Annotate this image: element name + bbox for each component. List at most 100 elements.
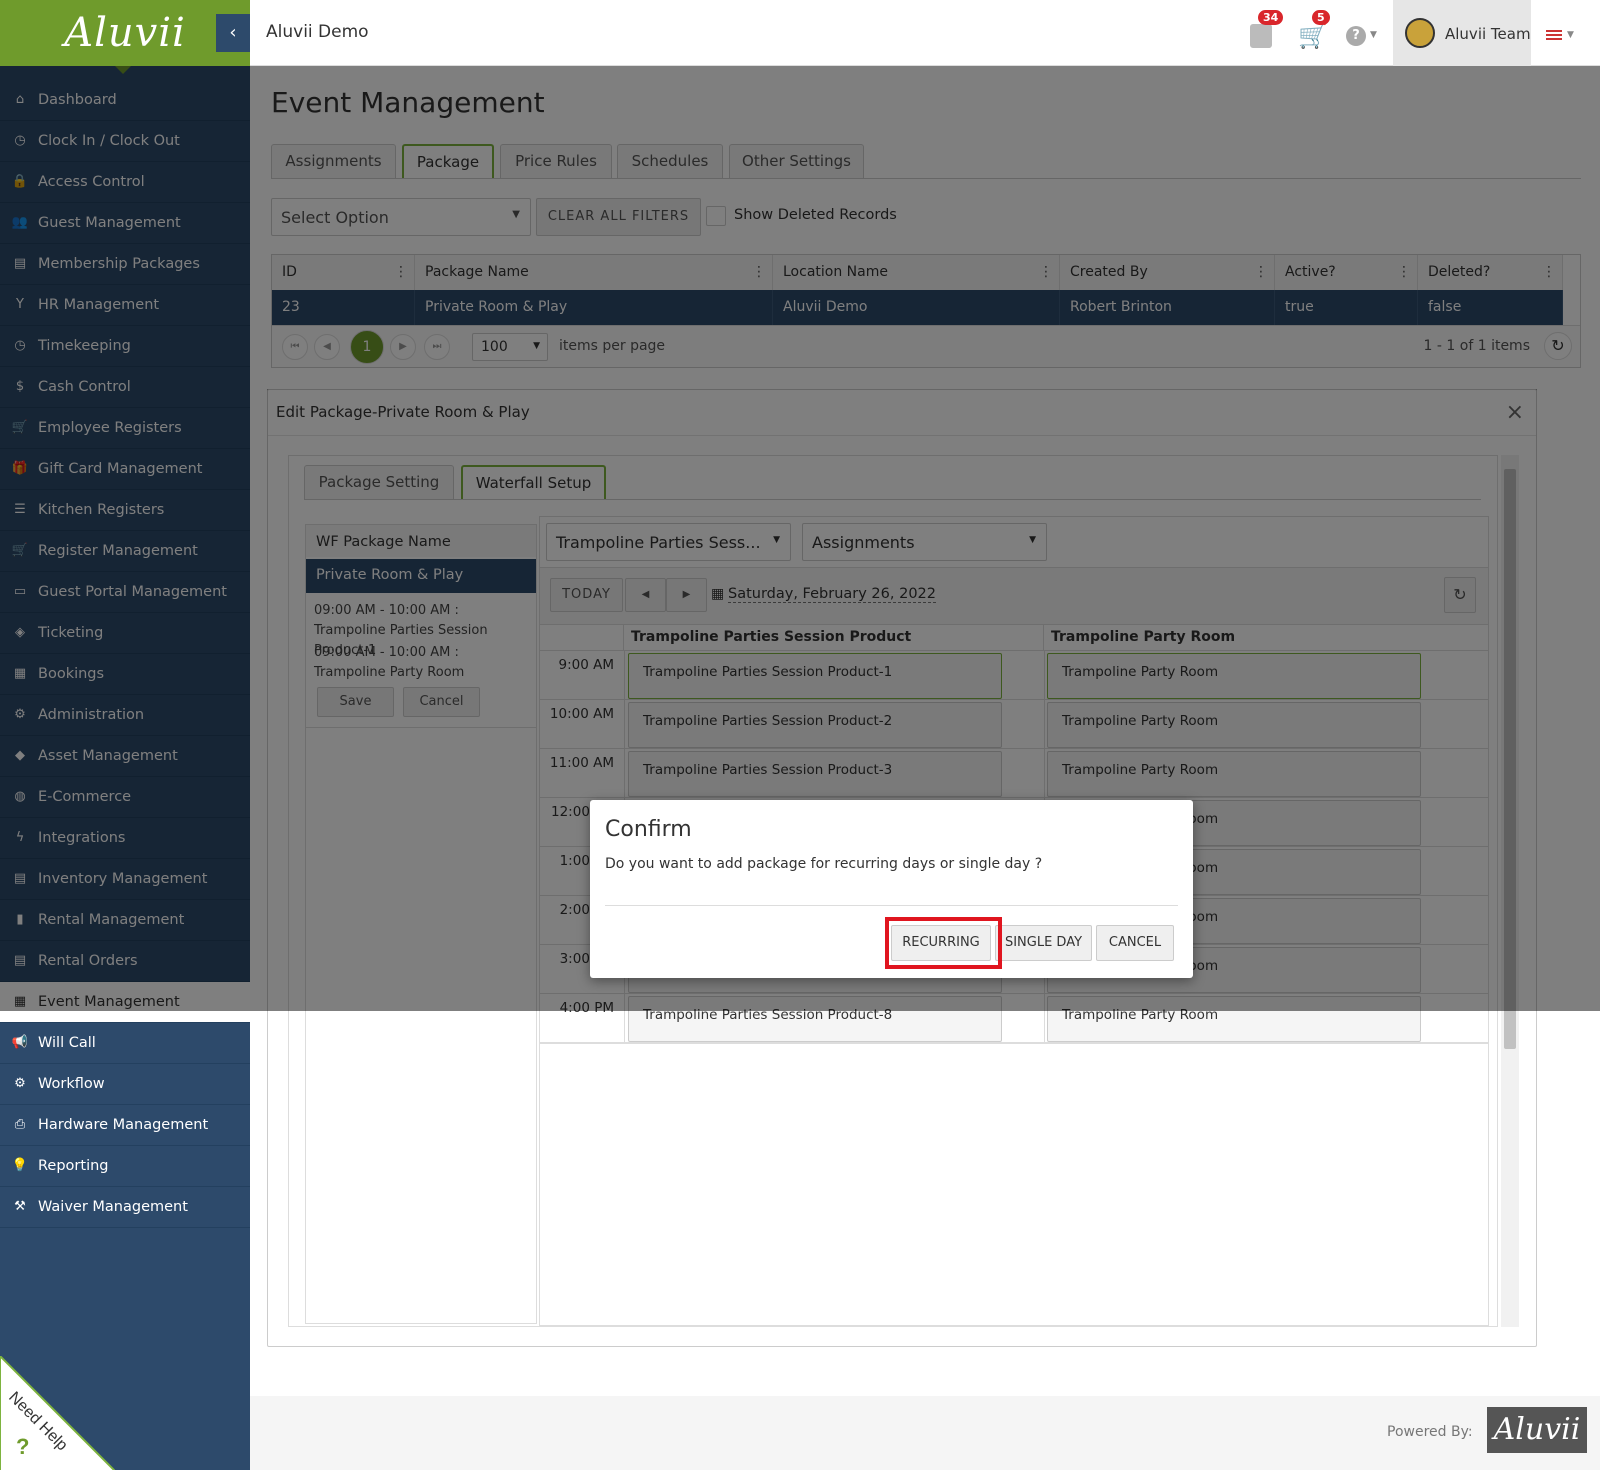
sidebar-item-label: Reporting bbox=[38, 1158, 109, 1174]
laptop-icon: ▭ bbox=[13, 584, 27, 599]
sidebar-item-label: Access Control bbox=[38, 174, 145, 190]
print-icon: ⎙ bbox=[14, 1117, 26, 1132]
sidebar-item-administration[interactable]: ⚙ Administration bbox=[0, 695, 250, 736]
sidebar-item-clock-in-clock-out[interactable]: ◷ Clock In / Clock Out bbox=[0, 121, 250, 162]
sidebar-item-rental-management[interactable]: ▮ Rental Management bbox=[0, 900, 250, 941]
globe-icon: ◍ bbox=[14, 789, 26, 804]
sidebar-item-label: Kitchen Registers bbox=[38, 502, 165, 518]
sidebar: Aluvii ‹ ⌂ Dashboard ◷ Clock In / Clock Out… bbox=[0, 0, 250, 1470]
sidebar-item-label: Waiver Management bbox=[38, 1199, 188, 1215]
sidebar-item-label: Will Call bbox=[38, 1035, 96, 1051]
home-icon: ⌂ bbox=[15, 92, 25, 107]
lightbulb-icon: 💡 bbox=[11, 1158, 29, 1173]
avatar bbox=[1405, 18, 1435, 48]
cancel-button[interactable]: CANCEL bbox=[1096, 925, 1174, 961]
cog-icon: ⚙ bbox=[14, 1076, 26, 1091]
sidebar-item-label: Inventory Management bbox=[38, 871, 208, 887]
sidebar-item-e-commerce[interactable]: ◍ E-Commerce bbox=[0, 777, 250, 818]
orders-icon[interactable] bbox=[1250, 24, 1272, 48]
dialog-divider bbox=[605, 905, 1178, 906]
calendar-icon: ▦ bbox=[13, 666, 27, 681]
sidebar-item-label: Gift Card Management bbox=[38, 461, 203, 477]
logo[interactable]: Aluvii bbox=[0, 0, 250, 74]
single-day-button[interactable]: SINGLE DAY bbox=[995, 925, 1092, 961]
footer-logo: Aluvii bbox=[1487, 1407, 1587, 1453]
tag-icon: ◈ bbox=[15, 625, 25, 640]
sidebar-item-gift-card-management[interactable]: 🎁 Gift Card Management bbox=[0, 449, 250, 490]
cart-icon[interactable]: 🛒 bbox=[1298, 22, 1328, 50]
sidebar-item-guest-management[interactable]: 👥 Guest Management bbox=[0, 203, 250, 244]
question-icon: ? bbox=[16, 1434, 29, 1459]
sidebar-item-label: Workflow bbox=[38, 1076, 105, 1092]
recurring-highlight bbox=[885, 917, 1002, 969]
dollar-icon: $ bbox=[15, 379, 25, 394]
sidebar-item-label: Cash Control bbox=[38, 379, 131, 395]
sidebar-item-label: Event Management bbox=[38, 994, 180, 1010]
sidebar-item-reporting[interactable]: 💡 Reporting bbox=[0, 1146, 250, 1187]
user-menu[interactable]: Aluvii Team bbox=[1393, 0, 1531, 66]
sidebar-item-label: Bookings bbox=[38, 666, 105, 682]
sidebar-item-will-call[interactable]: 📢 Will Call bbox=[0, 1023, 250, 1064]
sidebar-item-rental-orders[interactable]: ▤ Rental Orders bbox=[0, 941, 250, 982]
sidebar-item-hr-management[interactable]: Y HR Management bbox=[0, 285, 250, 326]
cubes-icon: ◆ bbox=[15, 748, 25, 763]
sidebar-item-cash-control[interactable]: $ Cash Control bbox=[0, 367, 250, 408]
list-icon: ▤ bbox=[13, 256, 27, 271]
cart-badge: 5 bbox=[1312, 10, 1330, 25]
sidebar-item-label: Employee Registers bbox=[38, 420, 182, 436]
sidebar-item-inventory-management[interactable]: ▤ Inventory Management bbox=[0, 859, 250, 900]
sidebar-item-membership-packages[interactable]: ▤ Membership Packages bbox=[0, 244, 250, 285]
cogs-icon: ⚙ bbox=[14, 707, 26, 722]
sidebar-item-access-control[interactable]: 🔒 Access Control bbox=[0, 162, 250, 203]
chevron-down-icon: ▼ bbox=[1567, 30, 1574, 40]
list-icon: ☰ bbox=[14, 502, 26, 517]
calendar-check-icon: ▦ bbox=[13, 994, 27, 1009]
sidebar-item-event-management[interactable]: ▦ Event Management bbox=[0, 982, 250, 1023]
user-name: Aluvii Team bbox=[1445, 25, 1531, 43]
sidebar-item-label: Asset Management bbox=[38, 748, 178, 764]
confirm-message: Do you want to add package for recurring… bbox=[605, 856, 1043, 872]
location-name[interactable]: Aluvii Demo bbox=[266, 22, 369, 42]
chevron-down-icon: ▼ bbox=[1370, 30, 1377, 40]
sidebar-item-label: Timekeeping bbox=[38, 338, 131, 354]
sidebar-item-ticketing[interactable]: ◈ Ticketing bbox=[0, 613, 250, 654]
collapse-sidebar-button[interactable]: ‹ bbox=[216, 14, 250, 52]
sidebar-item-dashboard[interactable]: ⌂ Dashboard bbox=[0, 80, 250, 121]
sidebar-item-kitchen-registers[interactable]: ☰ Kitchen Registers bbox=[0, 490, 250, 531]
sidebar-item-bookings[interactable]: ▦ Bookings bbox=[0, 654, 250, 695]
sidebar-item-label: Membership Packages bbox=[38, 256, 200, 272]
list-icon: ▤ bbox=[13, 953, 27, 968]
chevron-left-icon: ‹ bbox=[229, 22, 237, 43]
sidebar-item-guest-portal-management[interactable]: ▭ Guest Portal Management bbox=[0, 572, 250, 613]
users-icon: 👥 bbox=[11, 215, 29, 230]
powered-by-label: Powered By: bbox=[1387, 1424, 1473, 1440]
sidebar-item-label: Integrations bbox=[38, 830, 126, 846]
sidebar-item-timekeeping[interactable]: ◷ Timekeeping bbox=[0, 326, 250, 367]
sidebar-item-employee-registers[interactable]: 🛒 Employee Registers bbox=[0, 408, 250, 449]
sidebar-item-integrations[interactable]: ϟ Integrations bbox=[0, 818, 250, 859]
archive-icon: ▤ bbox=[13, 871, 27, 886]
sidebar-item-label: Register Management bbox=[38, 543, 198, 559]
lock-icon: 🔒 bbox=[11, 174, 29, 189]
orders-badge: 34 bbox=[1258, 10, 1284, 25]
clock-icon: ◷ bbox=[14, 338, 26, 353]
sidebar-item-label: Ticketing bbox=[38, 625, 104, 641]
sidebar-item-label: Guest Portal Management bbox=[38, 584, 227, 600]
sidebar-item-hardware-management[interactable]: ⎙ Hardware Management bbox=[0, 1105, 250, 1146]
sidebar-item-label: Dashboard bbox=[38, 92, 117, 108]
need-help-tab[interactable]: Need Help ? bbox=[0, 1356, 115, 1470]
help-icon[interactable]: ? bbox=[1346, 26, 1366, 46]
sidebar-item-label: Rental Management bbox=[38, 912, 185, 928]
cart-icon: 🛒 bbox=[11, 543, 29, 558]
sidebar-item-label: Rental Orders bbox=[38, 953, 138, 969]
cart-icon: 🛒 bbox=[11, 420, 29, 435]
flag-icon[interactable] bbox=[1546, 30, 1562, 40]
sidebar-item-register-management[interactable]: 🛒 Register Management bbox=[0, 531, 250, 572]
sidebar-item-workflow[interactable]: ⚙ Workflow bbox=[0, 1064, 250, 1105]
sidebar-item-asset-management[interactable]: ◆ Asset Management bbox=[0, 736, 250, 777]
sidebar-item-label: E-Commerce bbox=[38, 789, 132, 805]
sidebar-item-label: Hardware Management bbox=[38, 1117, 209, 1133]
sidebar-item-waiver-management[interactable]: ⚒ Waiver Management bbox=[0, 1187, 250, 1228]
sidebar-item-label: Administration bbox=[38, 707, 145, 723]
clipboard-icon: ▮ bbox=[16, 912, 24, 927]
